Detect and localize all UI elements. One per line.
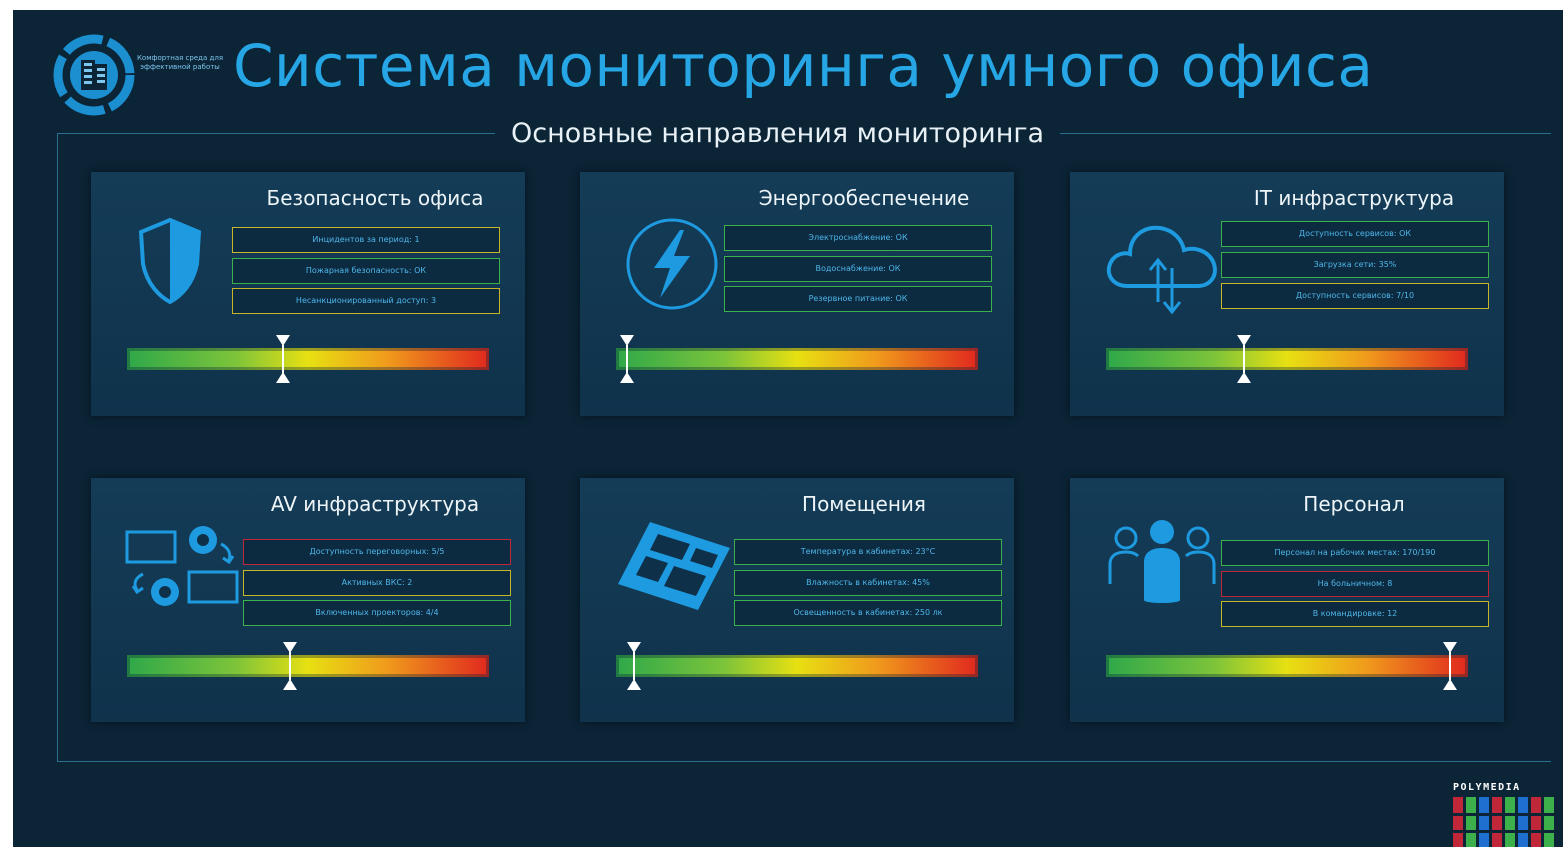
level-marker [627, 642, 642, 690]
logo-icon [53, 34, 135, 116]
metric-row: Активных ВКС: 2 [243, 570, 511, 596]
card-it-infrastructure[interactable]: IT инфраструктура Доступность сервисов: … [1070, 172, 1504, 416]
card-security[interactable]: Безопасность офиса Инцидентов за период:… [91, 172, 525, 416]
brand-logo-icon [1453, 797, 1563, 847]
metric-row: Загрузка сети: 35% [1221, 252, 1489, 278]
metric-row: В командировке: 12 [1221, 601, 1489, 627]
metric-row: Несанкционированный доступ: 3 [232, 288, 500, 314]
av-devices-icon [125, 526, 239, 606]
status-level-bar [127, 642, 489, 690]
metric-row: Освещенность в кабинетах: 250 лк [734, 600, 1002, 626]
metric-row: Температура в кабинетах: 23°C [734, 539, 1002, 565]
floorplan-icon [618, 522, 730, 610]
metric-row: На больничном: 8 [1221, 571, 1489, 597]
metric-row: Водоснабжение: ОК [724, 256, 992, 282]
metric-row: Доступность сервисов: 7/10 [1221, 283, 1489, 309]
page-title: Система мониторинга умного офиса [233, 32, 1374, 100]
card-title: IT инфраструктура [1253, 186, 1455, 210]
brand-logo-text: POLYMEDIA [1453, 782, 1521, 793]
card-title: Безопасность офиса [266, 186, 484, 210]
metric-row: Включенных проекторов: 4/4 [243, 600, 511, 626]
metric-row: Электроснабжение: ОК [724, 225, 992, 251]
card-title: Персонал [1303, 492, 1405, 516]
metric-row: Инцидентов за период: 1 [232, 227, 500, 253]
status-level-bar [616, 335, 978, 383]
status-level-bar [1106, 335, 1468, 383]
card-av-infrastructure[interactable]: AV инфраструктура Доступность переговорн… [91, 478, 525, 722]
card-energy[interactable]: Энергообеспечение Электроснабжение: ОК В… [580, 172, 1014, 416]
metric-row: Пожарная безопасность: ОК [232, 258, 500, 284]
level-marker [275, 335, 290, 383]
card-staff[interactable]: Персонал Персонал на рабочих местах: 170… [1070, 478, 1504, 722]
shield-icon [138, 217, 202, 305]
metric-row: Доступность сервисов: ОК [1221, 221, 1489, 247]
card-premises[interactable]: Помещения Температура в кабинетах: 23°C … [580, 478, 1014, 722]
status-level-bar [127, 335, 489, 383]
card-title: Энергообеспечение [758, 186, 970, 210]
metric-row: Влажность в кабинетах: 45% [734, 570, 1002, 596]
people-icon [1108, 520, 1216, 603]
metric-row: Доступность переговорных: 5/5 [243, 539, 511, 565]
logo-caption: Комфортная среда для эффективной работы [136, 54, 224, 71]
dashboard-screen: Комфортная среда для эффективной работы … [13, 10, 1563, 847]
level-marker [1442, 642, 1457, 690]
status-level-bar [1106, 642, 1468, 690]
metric-row: Персонал на рабочих местах: 170/190 [1221, 540, 1489, 566]
card-title: AV инфраструктура [270, 492, 480, 516]
level-marker [1236, 335, 1251, 383]
status-level-bar [616, 642, 978, 690]
card-title: Помещения [802, 492, 926, 516]
lightning-icon [626, 218, 718, 310]
cloud-sync-icon [1106, 225, 1217, 315]
section-subtitle: Основные направления мониторинга [495, 118, 1061, 149]
level-marker [619, 335, 634, 383]
metric-row: Резервное питание: ОК [724, 286, 992, 312]
level-marker [282, 642, 297, 690]
